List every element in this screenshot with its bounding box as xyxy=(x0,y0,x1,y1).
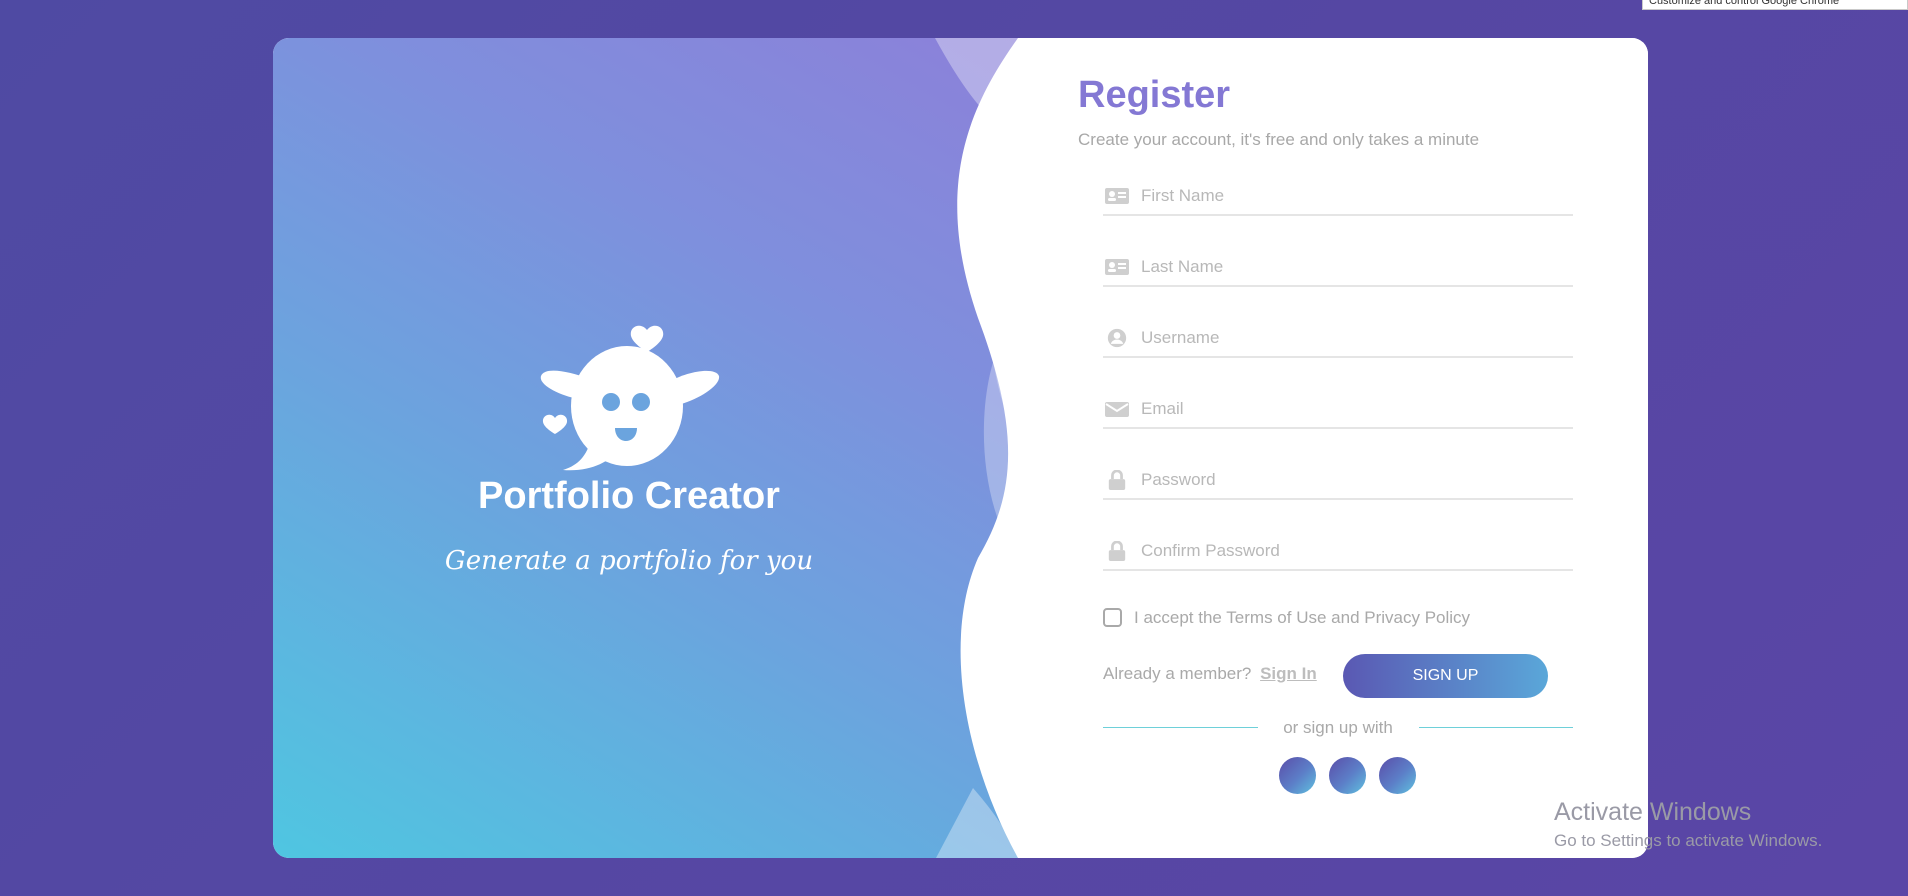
first-name-field[interactable] xyxy=(1103,178,1573,216)
confirm-password-field[interactable] xyxy=(1103,533,1573,571)
first-name-input[interactable] xyxy=(1139,182,1563,210)
lock-icon xyxy=(1108,470,1126,490)
activate-windows-subtitle: Go to Settings to activate Windows. xyxy=(1554,831,1823,850)
activate-windows-watermark: Activate Windows Go to Settings to activ… xyxy=(1554,798,1822,851)
member-prompt: Already a member? Sign In xyxy=(1103,664,1317,684)
email-field[interactable] xyxy=(1103,391,1573,429)
id-card-icon xyxy=(1105,259,1129,275)
username-field[interactable] xyxy=(1103,320,1573,358)
register-card: Portfolio Creator Generate a portfolio f… xyxy=(273,38,1648,858)
social-login-button-1[interactable] xyxy=(1279,757,1316,794)
divider-right xyxy=(1419,727,1573,728)
envelope-icon xyxy=(1105,402,1129,417)
confirm-password-input[interactable] xyxy=(1139,537,1563,565)
id-card-icon xyxy=(1105,188,1129,204)
terms-label: I accept the Terms of Use and Privacy Po… xyxy=(1134,608,1471,627)
email-input[interactable] xyxy=(1139,395,1563,423)
password-input[interactable] xyxy=(1139,466,1563,494)
lock-icon xyxy=(1108,541,1126,561)
password-field[interactable] xyxy=(1103,462,1573,500)
social-login-button-2[interactable] xyxy=(1329,757,1366,794)
member-text: Already a member? xyxy=(1103,664,1252,683)
user-circle-icon xyxy=(1107,328,1127,348)
terms-checkbox[interactable] xyxy=(1103,608,1122,627)
brand-title: Portfolio Creator xyxy=(478,475,780,517)
brand-tagline: Generate a portfolio for you xyxy=(444,546,814,576)
ghost-logo-icon xyxy=(540,325,720,471)
sign-up-button[interactable]: SIGN UP xyxy=(1343,654,1548,698)
last-name-field[interactable] xyxy=(1103,249,1573,287)
register-title: Register xyxy=(1078,74,1231,116)
register-subtitle: Create your account, it's free and only … xyxy=(1078,130,1480,149)
social-login-button-3[interactable] xyxy=(1379,757,1416,794)
divider-left xyxy=(1103,727,1258,728)
register-form: Register Create your account, it's free … xyxy=(1078,38,1648,858)
last-name-input[interactable] xyxy=(1139,253,1563,281)
divider-text: or sign up with xyxy=(1283,718,1393,737)
sign-in-link[interactable]: Sign In xyxy=(1260,664,1317,683)
username-input[interactable] xyxy=(1139,324,1563,352)
chrome-menu-tooltip: Customize and control Google Chrome xyxy=(1642,0,1908,10)
activate-windows-title: Activate Windows xyxy=(1554,798,1752,826)
